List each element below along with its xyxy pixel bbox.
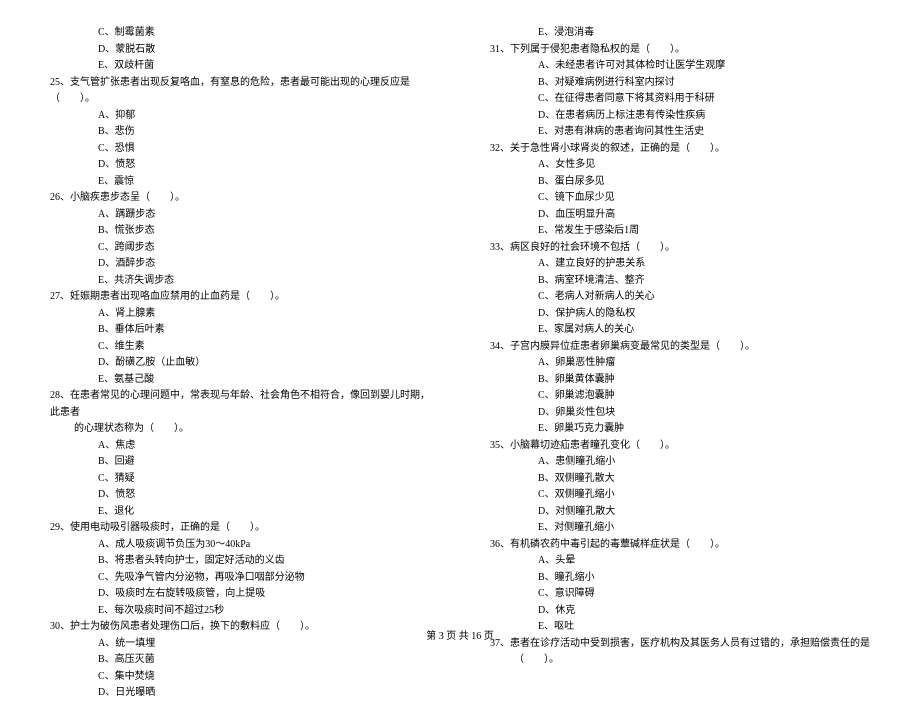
option: E、常发生于感染后1周 — [538, 223, 870, 240]
option: D、对侧瞳孔散大 — [538, 504, 870, 521]
option: B、双侧瞳孔散大 — [538, 471, 870, 488]
question-28: 28、在患者常见的心理问题中，常表现与年龄、社会角色不相符合，像回到婴儿时期，此… — [50, 388, 430, 421]
option: E、对侧瞳孔缩小 — [538, 520, 870, 537]
option: A、卵巢恶性肿瘤 — [538, 355, 870, 372]
option: D、保护病人的隐私权 — [538, 306, 870, 323]
option: C、双侧瞳孔缩小 — [538, 487, 870, 504]
option: B、垂体后叶素 — [98, 322, 430, 339]
right-column: E、浸泡消毒 31、下列属于侵犯患者隐私权的是（ ）。 A、未经患者许可对其体检… — [490, 25, 870, 620]
option: C、维生素 — [98, 339, 430, 356]
option: D、蒙脱石散 — [98, 42, 430, 59]
option: E、浸泡消毒 — [538, 25, 870, 42]
option: D、日光曝晒 — [98, 685, 430, 702]
question-28-cont: 的心理状态称为（ ）。 — [74, 421, 430, 438]
option: E、共济失调步态 — [98, 273, 430, 290]
option: C、老病人对新病人的关心 — [538, 289, 870, 306]
left-column: C、制霉菌素 D、蒙脱石散 E、双歧杆菌 25、支气管扩张患者出现反复咯血，有窒… — [50, 25, 430, 620]
option: A、成人吸痰调节负压为30～40kPa — [98, 537, 430, 554]
option: B、将患者头转向护士，固定好活动的义齿 — [98, 553, 430, 570]
option: B、瞳孔缩小 — [538, 570, 870, 587]
option: D、血压明显升高 — [538, 207, 870, 224]
option: E、氨基己酸 — [98, 372, 430, 389]
option: C、跨阈步态 — [98, 240, 430, 257]
option: C、在征得患者同意下将其资料用于科研 — [538, 91, 870, 108]
option: B、悲伤 — [98, 124, 430, 141]
option: E、家属对病人的关心 — [538, 322, 870, 339]
option: D、酚磺乙胺（止血敏） — [98, 355, 430, 372]
option: A、女性多见 — [538, 157, 870, 174]
option: A、焦虑 — [98, 438, 430, 455]
question-31: 31、下列属于侵犯患者隐私权的是（ ）。 — [490, 42, 870, 59]
question-35: 35、小脑幕切迹疝患者瞳孔变化（ ）。 — [490, 438, 870, 455]
question-37-cont: （ ）。 — [514, 652, 870, 669]
option: A、蹒跚步态 — [98, 207, 430, 224]
option: E、退化 — [98, 504, 430, 521]
option: D、吸痰时左右旋转吸痰管，向上提吸 — [98, 586, 430, 603]
question-36: 36、有机磷农药中毒引起的毒蕈碱样症状是（ ）。 — [490, 537, 870, 554]
option: B、慌张步态 — [98, 223, 430, 240]
option: B、卵巢黄体囊肿 — [538, 372, 870, 389]
page-footer: 第 3 页 共 16 页 — [0, 627, 920, 642]
option: E、震惊 — [98, 174, 430, 191]
question-27: 27、妊娠期患者出现咯血应禁用的止血药是（ ）。 — [50, 289, 430, 306]
option: D、卵巢炎性包块 — [538, 405, 870, 422]
option: A、患侧瞳孔缩小 — [538, 454, 870, 471]
option: D、休克 — [538, 603, 870, 620]
option: D、愤怒 — [98, 157, 430, 174]
option: C、制霉菌素 — [98, 25, 430, 42]
option: B、回避 — [98, 454, 430, 471]
option: C、意识障碍 — [538, 586, 870, 603]
question-26: 26、小脑疾患步态呈（ ）。 — [50, 190, 430, 207]
option: C、镜下血尿少见 — [538, 190, 870, 207]
option: B、病室环境清洁、整齐 — [538, 273, 870, 290]
question-34: 34、子宫内膜异位症患者卵巢病变最常见的类型是（ ）。 — [490, 339, 870, 356]
option: C、集中焚烧 — [98, 669, 430, 686]
option: D、酒醉步态 — [98, 256, 430, 273]
option: C、恐惧 — [98, 141, 430, 158]
question-25: 25、支气管扩张患者出现反复咯血，有窒息的危险，患者最可能出现的心理反应是（ ）… — [50, 75, 430, 108]
option: B、对疑难病例进行科室内探讨 — [538, 75, 870, 92]
question-32: 32、关于急性肾小球肾炎的叙述，正确的是（ ）。 — [490, 141, 870, 158]
option: C、先吸净气管内分泌物，再吸净口咽部分泌物 — [98, 570, 430, 587]
option: C、猜疑 — [98, 471, 430, 488]
question-29: 29、使用电动吸引器吸痰时，正确的是（ ）。 — [50, 520, 430, 537]
option: A、头晕 — [538, 553, 870, 570]
option: D、在患者病历上标注患有传染性疾病 — [538, 108, 870, 125]
option: E、对患有淋病的患者询问其性生活史 — [538, 124, 870, 141]
option: C、卵巢滤泡囊肿 — [538, 388, 870, 405]
option: E、双歧杆菌 — [98, 58, 430, 75]
option: B、高压灭菌 — [98, 652, 430, 669]
option: A、建立良好的护患关系 — [538, 256, 870, 273]
option: A、抑郁 — [98, 108, 430, 125]
option: B、蛋白尿多见 — [538, 174, 870, 191]
option: A、未经患者许可对其体检时让医学生观摩 — [538, 58, 870, 75]
option: A、肾上腺素 — [98, 306, 430, 323]
question-33: 33、病区良好的社会环境不包括（ ）。 — [490, 240, 870, 257]
option: D、愤怒 — [98, 487, 430, 504]
option: E、卵巢巧克力囊肿 — [538, 421, 870, 438]
option: E、每次吸痰时间不超过25秒 — [98, 603, 430, 620]
